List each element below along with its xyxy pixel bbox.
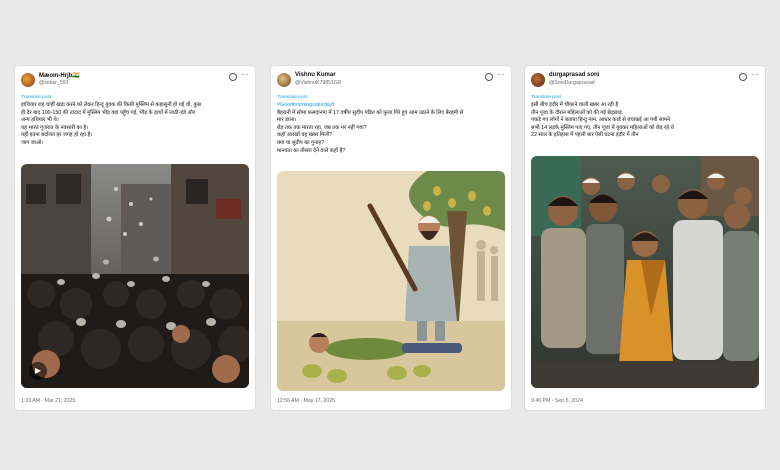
- post-text-line: मार डाला।: [277, 117, 297, 124]
- timestamp[interactable]: 9:46 PM · Sep 5, 2024: [531, 398, 583, 404]
- translate-post-link[interactable]: Translate post: [531, 95, 561, 100]
- translate-post-link[interactable]: Translate post: [21, 95, 51, 100]
- translate-post-link[interactable]: Translate post: [277, 95, 307, 100]
- grok-icon[interactable]: [485, 73, 493, 81]
- play-icon[interactable]: ▶: [29, 362, 47, 380]
- more-options-icon[interactable]: ···: [497, 70, 505, 79]
- post-image[interactable]: [531, 156, 759, 388]
- post-text-line: इसी बीच इंदौर में चौकाने वाली खबर आ रही …: [531, 102, 619, 108]
- post-text-line: मानवता का तीसरा देने वाले कहाँ हैं?: [277, 147, 346, 154]
- timestamp[interactable]: 12:56 AM · May 17, 2025: [277, 398, 335, 404]
- post-text-line: हाथियार राह चाहीं खड़ा करने को लेकर हिन्…: [21, 102, 202, 108]
- post-card[interactable]: Mæom-Hrjb🇮🇳 @sekar_591 ··· Translate pos…: [15, 66, 255, 410]
- post-text: #Goodmorningsaturday! बैहरानी में सोमा फ…: [277, 102, 503, 155]
- post-text-line: जाग जाओ।: [21, 139, 44, 146]
- post-text-line: यहीं इतना बर्दाशंत हर जगह हो रहा है।: [21, 132, 93, 139]
- grok-icon[interactable]: [229, 73, 237, 81]
- crowd-woman-image: [531, 156, 759, 388]
- post-card[interactable]: durgaprasad soni @SoniDurgaprasad ··· Tr…: [525, 66, 765, 410]
- post-text-line: क्या था सुदीप का गुनाह?: [277, 139, 325, 146]
- post-header: Mæom-Hrjb🇮🇳 @sekar_591 ···: [21, 70, 249, 94]
- post-header: durgaprasad soni @SoniDurgaprasad ···: [531, 70, 759, 94]
- post-text-line: 22 साल के इतिहास में पहली बार ऐसी घटना इ…: [531, 132, 639, 139]
- post-header: Vishnu Kumar @VishnuK79851G8 ···: [277, 70, 505, 94]
- more-options-icon[interactable]: ···: [751, 70, 759, 79]
- post-card[interactable]: Vishnu Kumar @VishnuK79851G8 ··· Transla…: [271, 66, 511, 410]
- post-text-line: कहाँ आरखों वह खबर मिली?: [277, 132, 333, 139]
- user-handle[interactable]: @VishnuK79851G8: [295, 80, 341, 86]
- crowd-street-image: [21, 164, 249, 388]
- avatar[interactable]: [21, 73, 35, 87]
- username[interactable]: Vishnu Kumar: [295, 72, 336, 78]
- post-text: हाथियार राह चाहीं खड़ा करने को लेकर हिन्…: [21, 102, 247, 148]
- timestamp[interactable]: 1:33 AM · Mar 21, 2025: [21, 398, 75, 404]
- hashtag-link[interactable]: #Goodmorningsaturday: [277, 102, 332, 108]
- illustration-image: [277, 171, 505, 391]
- post-text-line: पकड़े गए लोगों ने बताया हिन्दु नाम, आधार…: [531, 117, 671, 124]
- grok-icon[interactable]: [739, 73, 747, 81]
- username[interactable]: durgaprasad soni: [549, 72, 599, 78]
- user-handle[interactable]: @sekar_591: [39, 80, 69, 86]
- post-image[interactable]: ▶: [21, 164, 249, 388]
- post-text: इसी बीच इंदौर में चौकाने वाली खबर आ रही …: [531, 102, 757, 140]
- user-handle[interactable]: @SoniDurgaprasad: [549, 80, 595, 86]
- avatar[interactable]: [531, 73, 545, 87]
- post-text-line: अन्य हथियार भी थे।: [21, 117, 59, 124]
- post-text-line: !: [332, 102, 334, 108]
- username[interactable]: Mæom-Hrjb🇮🇳: [39, 72, 80, 79]
- more-options-icon[interactable]: ···: [241, 70, 249, 79]
- post-image[interactable]: [277, 171, 505, 391]
- post-text-line: बैहरानी में सोमा फ़सदानपा में 17 वर्षीय …: [277, 109, 464, 116]
- avatar[interactable]: [277, 73, 291, 87]
